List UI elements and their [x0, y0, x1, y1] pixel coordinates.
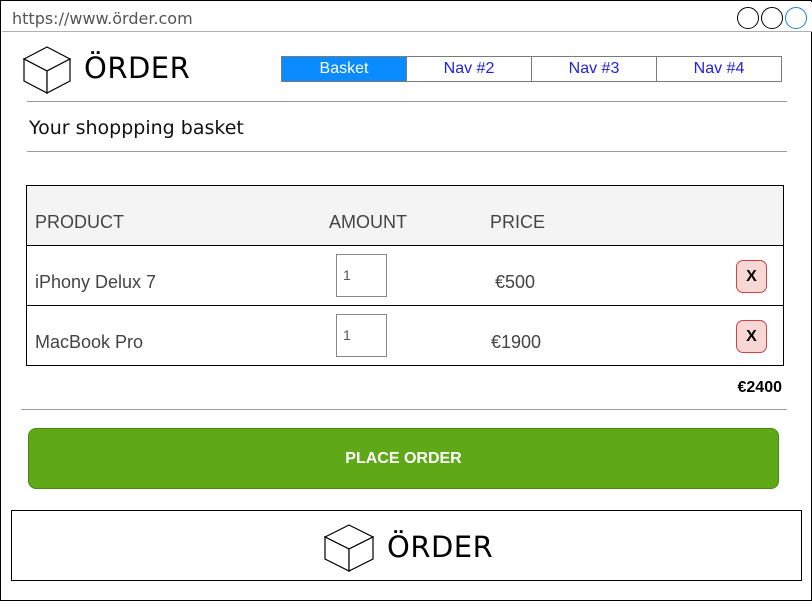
- product-name: iPhony Delux 7: [35, 272, 157, 292]
- remove-item-button[interactable]: X: [736, 260, 767, 293]
- url-text[interactable]: https://www.örder.com: [12, 9, 193, 28]
- divider: [27, 151, 787, 152]
- column-header-product: PRODUCT: [35, 212, 124, 232]
- table-row: iPhony Delux 7 1 €500 X: [27, 246, 783, 306]
- cube-icon: [22, 46, 72, 94]
- tab-nav-3[interactable]: Nav #3: [531, 57, 656, 81]
- basket-total: €2400: [737, 379, 783, 396]
- tab-basket[interactable]: Basket: [282, 57, 406, 81]
- window-button-1[interactable]: [737, 7, 759, 29]
- remove-item-button[interactable]: X: [736, 320, 767, 353]
- divider: [27, 101, 787, 102]
- column-header-price: PRICE: [490, 212, 546, 232]
- tab-nav-2[interactable]: Nav #2: [406, 57, 531, 81]
- browser-address-bar: https://www.örder.com: [2, 2, 812, 32]
- amount-input[interactable]: 1: [336, 314, 387, 357]
- product-name: MacBook Pro: [35, 332, 144, 352]
- amount-input[interactable]: 1: [336, 254, 387, 297]
- table-row: MacBook Pro 1 €1900 X: [27, 306, 783, 366]
- place-order-button[interactable]: PLACE ORDER: [28, 428, 779, 489]
- cube-icon: [323, 524, 375, 572]
- column-header-amount: AMOUNT: [329, 212, 407, 232]
- basket-table: PRODUCT AMOUNT PRICE iPhony Delux 7 1 €5…: [26, 185, 784, 366]
- footer: ÖRDER: [11, 510, 802, 581]
- divider: [21, 409, 787, 410]
- window-button-2[interactable]: [761, 7, 783, 29]
- product-price: €1900: [491, 332, 542, 352]
- tab-nav-4[interactable]: Nav #4: [656, 57, 781, 81]
- product-price: €500: [495, 272, 536, 292]
- main-nav: Basket Nav #2 Nav #3 Nav #4: [281, 56, 782, 82]
- page-title: Your shoppping basket: [29, 117, 244, 139]
- table-header: PRODUCT AMOUNT PRICE: [27, 186, 783, 246]
- window-button-3[interactable]: [785, 7, 807, 29]
- browser-window: https://www.örder.com ÖRDER Basket Nav #…: [0, 0, 812, 601]
- footer-brand-name: ÖRDER: [387, 530, 494, 564]
- brand-name: ÖRDER: [84, 51, 191, 85]
